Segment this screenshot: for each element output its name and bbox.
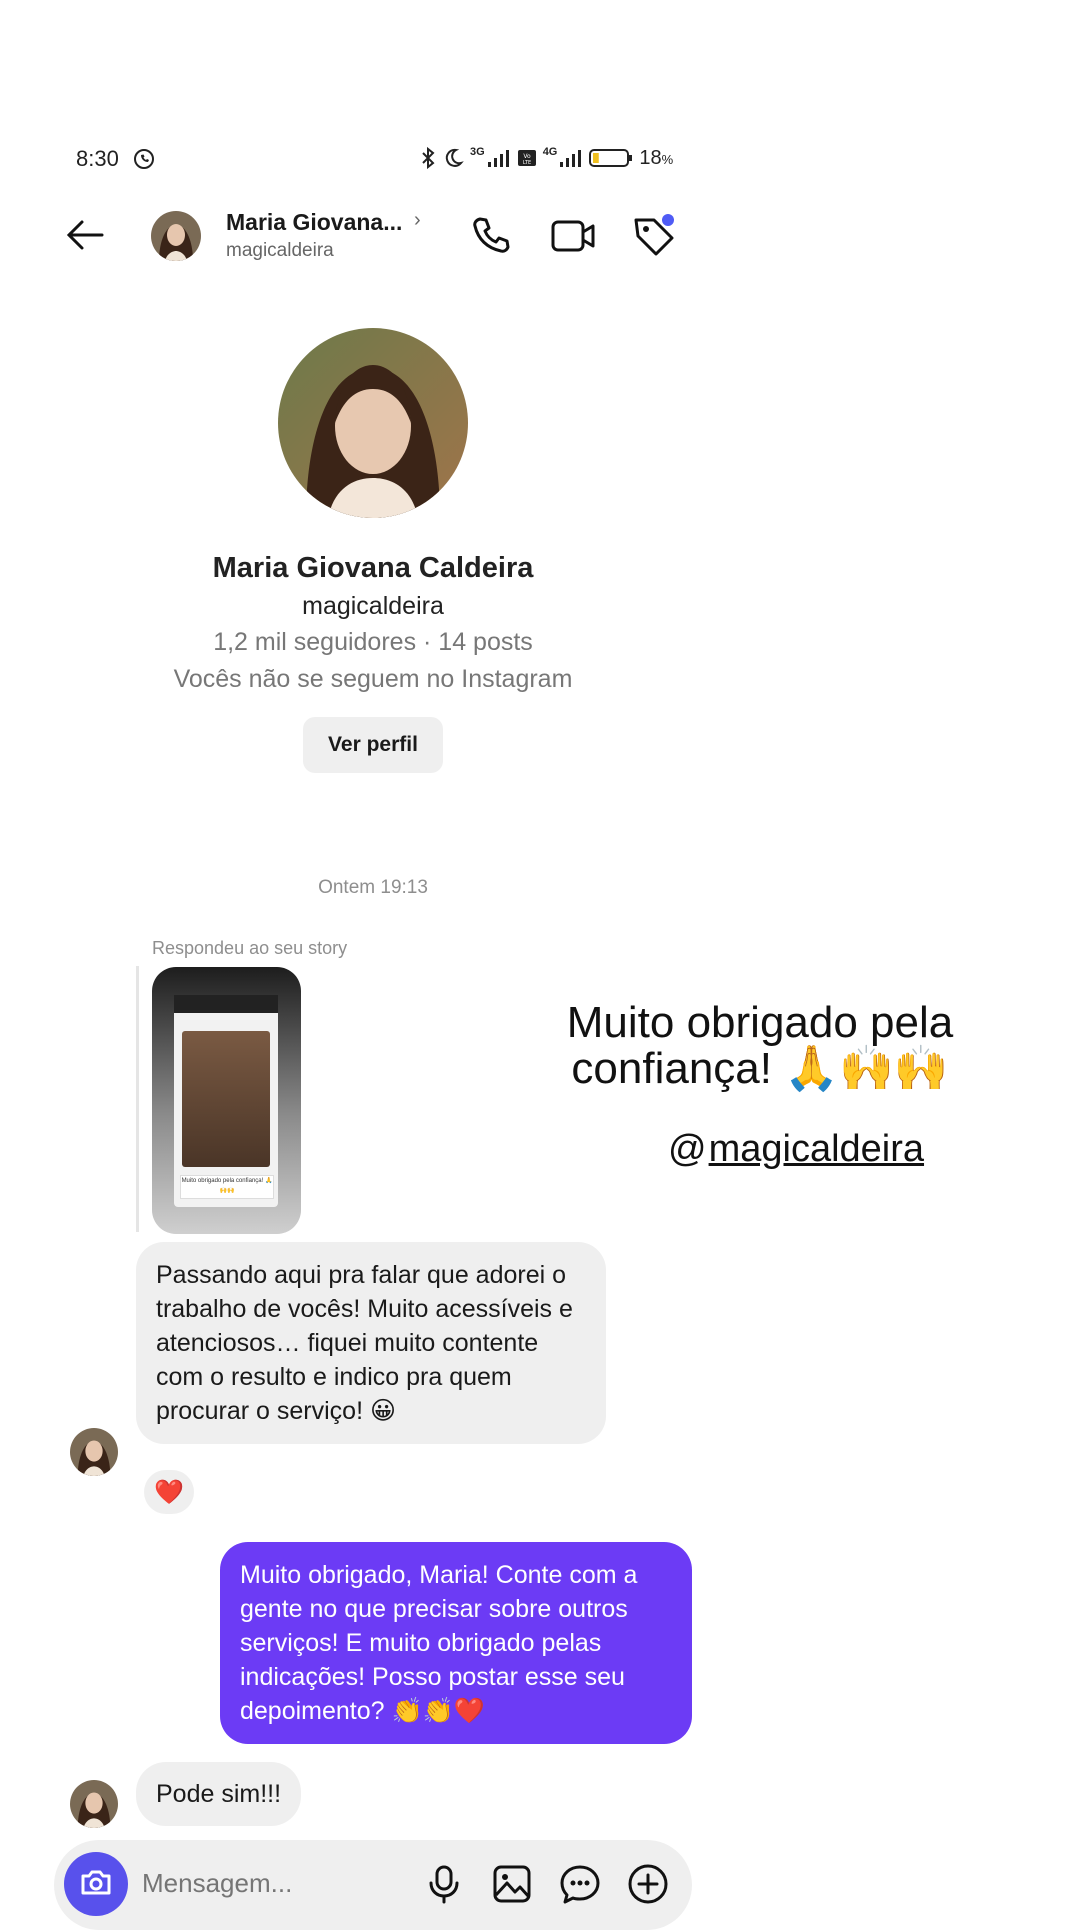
camera-icon (79, 1865, 113, 1904)
back-arrow-icon[interactable] (62, 212, 108, 258)
chevron-right-icon[interactable]: › (414, 209, 421, 232)
svg-text:LTE: LTE (523, 160, 531, 166)
story-mention[interactable]: @magicaldeira (668, 1128, 924, 1171)
header-username[interactable]: magicaldeira (226, 240, 334, 262)
microphone-icon[interactable] (422, 1862, 466, 1906)
plus-icon[interactable] (626, 1862, 670, 1906)
status-indicators: 3G Vo LTE 4G 18% (420, 146, 673, 170)
profile-stats: 1,2 mil seguidores · 14 posts (213, 628, 533, 656)
header-name[interactable]: Maria Giovana... (226, 209, 402, 236)
network-type-2: 4G (542, 146, 558, 158)
gallery-icon[interactable] (490, 1862, 534, 1906)
story-reply-label: Respondeu ao seu story (152, 938, 348, 958)
network-type-1: 3G (470, 146, 485, 158)
sender-avatar[interactable] (70, 1428, 118, 1476)
profile-username: magicaldeira (302, 592, 444, 620)
status-time: 8:30 (76, 146, 119, 171)
story-mention-username[interactable]: magicaldeira (709, 1128, 924, 1170)
video-camera-icon[interactable] (549, 212, 597, 260)
volte-icon: Vo LTE (517, 148, 537, 168)
notification-dot (662, 214, 674, 226)
story-caption: Muito obrigado pela confiança! 🙏🙌🙌 (530, 1000, 990, 1092)
story-thumbnail[interactable]: Muito obrigado pela confiança! 🙏🙌🙌 (152, 967, 301, 1234)
signal-icon-2 (559, 148, 583, 168)
story-caption-line1: Muito obrigado pela (566, 998, 954, 1047)
incoming-message-2[interactable]: Pode sim!!! (136, 1762, 302, 1826)
signal-icon (487, 148, 511, 168)
incoming-message[interactable]: Passando aqui pra falar que adorei o tra… (136, 1242, 606, 1444)
svg-text:Vo: Vo (523, 153, 531, 160)
sender-avatar-2[interactable] (70, 1780, 118, 1828)
view-profile-button[interactable]: Ver perfil (303, 717, 443, 773)
phone-icon[interactable] (466, 212, 514, 260)
battery-unit: % (661, 151, 674, 167)
profile-avatar[interactable] (278, 328, 468, 518)
story-header-bar (174, 995, 278, 1013)
tag-icon[interactable] (630, 212, 678, 260)
story-preview: Muito obrigado pela confiança! 🙏🙌🙌 (174, 995, 278, 1207)
battery-percent: 18% (639, 147, 673, 170)
whatsapp-icon (132, 147, 156, 176)
header-avatar[interactable] (151, 211, 201, 261)
follow-status: Vocês não se seguem no Instagram (173, 665, 573, 693)
heart-reaction[interactable]: ❤️ (144, 1470, 194, 1514)
date-separator: Ontem 19:13 (318, 877, 428, 898)
sticker-icon[interactable] (558, 1862, 602, 1906)
bluetooth-icon (420, 146, 436, 170)
message-input[interactable] (142, 1868, 382, 1899)
battery-icon (589, 147, 633, 169)
outgoing-message[interactable]: Muito obrigado, Maria! Conte com a gente… (220, 1542, 692, 1744)
camera-button[interactable] (64, 1852, 128, 1916)
do-not-disturb-moon-icon (442, 147, 464, 169)
battery-value: 18 (639, 146, 662, 169)
story-caption-line2: confiança! 🙏🙌🙌 (571, 1044, 949, 1093)
threads-at-icon: @ (668, 1128, 707, 1170)
reply-indicator-line (136, 966, 139, 1232)
profile-full-name: Maria Giovana Caldeira (212, 552, 534, 584)
story-caption-preview: Muito obrigado pela confiança! 🙏🙌🙌 (180, 1175, 274, 1199)
story-photo (182, 1031, 270, 1167)
